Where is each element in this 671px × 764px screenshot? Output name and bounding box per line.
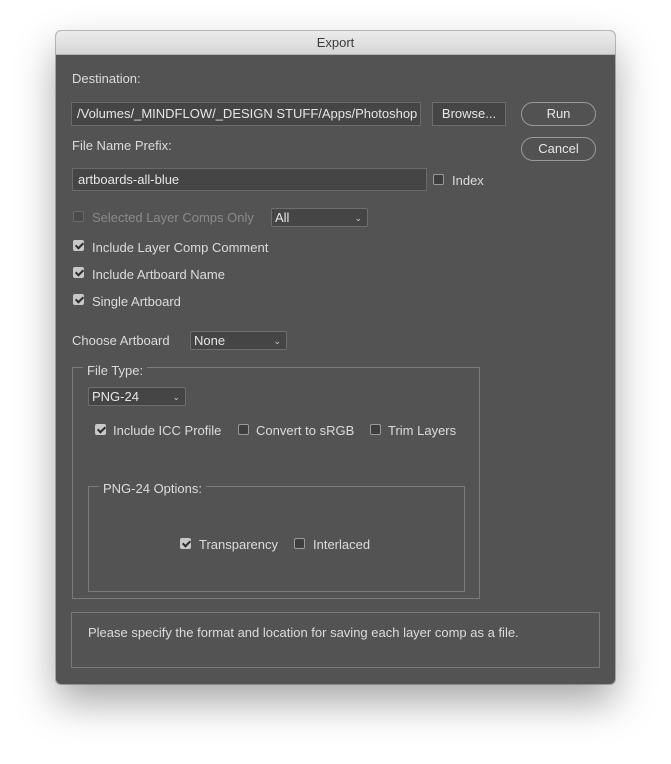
single-artboard-label: Single Artboard — [92, 294, 181, 309]
transparency-checkbox[interactable] — [180, 538, 191, 549]
layer-comps-select-value: All — [275, 210, 290, 225]
cancel-button[interactable]: Cancel — [521, 137, 596, 161]
help-text: Please specify the format and location f… — [88, 625, 519, 640]
convert-to-srgb-checkbox[interactable] — [238, 424, 249, 435]
run-button[interactable]: Run — [521, 102, 596, 126]
selected-layer-comps-only-label: Selected Layer Comps Only — [92, 210, 254, 225]
trim-layers-checkbox[interactable] — [370, 424, 381, 435]
include-icc-profile-label: Include ICC Profile — [113, 423, 222, 438]
file-name-prefix-input[interactable]: artboards-all-blue — [72, 168, 427, 191]
dialog-title: Export — [56, 31, 615, 55]
png-options-legend: PNG-24 Options: — [99, 481, 206, 496]
choose-artboard-select[interactable]: None ⌄ — [190, 331, 287, 350]
trim-layers-label: Trim Layers — [388, 423, 457, 438]
file-name-prefix-label: File Name Prefix: — [72, 138, 172, 153]
choose-artboard-select-value: None — [194, 333, 226, 348]
file-type-select[interactable]: PNG-24 ⌄ — [88, 387, 186, 406]
file-type-select-value: PNG-24 — [92, 389, 139, 404]
chevron-down-icon: ⌄ — [354, 213, 362, 223]
selected-layer-comps-only-checkbox[interactable] — [73, 211, 84, 222]
include-icc-profile-checkbox[interactable] — [95, 424, 106, 435]
browse-button[interactable]: Browse... — [432, 102, 506, 126]
destination-path-field[interactable]: /Volumes/_MINDFLOW/_DESIGN STUFF/Apps/Ph… — [71, 102, 421, 126]
interlaced-checkbox[interactable] — [294, 538, 305, 549]
destination-label: Destination: — [72, 71, 141, 86]
chevron-down-icon: ⌄ — [172, 392, 180, 402]
export-dialog: Export Destination: /Volumes/_MINDFLOW/_… — [56, 31, 615, 684]
index-label: Index — [452, 173, 484, 188]
transparency-label: Transparency — [199, 537, 278, 552]
single-artboard-checkbox[interactable] — [73, 294, 84, 305]
help-text-box: Please specify the format and location f… — [71, 612, 600, 668]
include-layer-comp-comment-label: Include Layer Comp Comment — [92, 240, 269, 255]
layer-comps-select[interactable]: All ⌄ — [271, 208, 368, 227]
include-artboard-name-checkbox[interactable] — [73, 267, 84, 278]
include-layer-comp-comment-checkbox[interactable] — [73, 240, 84, 251]
interlaced-label: Interlaced — [313, 537, 371, 552]
choose-artboard-label: Choose Artboard — [72, 333, 170, 348]
index-checkbox[interactable] — [433, 174, 444, 185]
chevron-down-icon: ⌄ — [273, 336, 281, 346]
convert-to-srgb-label: Convert to sRGB — [256, 423, 355, 438]
png-options-group: PNG-24 Options: Transparency Interlaced — [88, 481, 465, 592]
file-type-legend: File Type: — [83, 363, 148, 378]
file-type-group: File Type: PNG-24 ⌄ Include ICC Profile … — [72, 363, 480, 599]
include-artboard-name-label: Include Artboard Name — [92, 267, 225, 282]
